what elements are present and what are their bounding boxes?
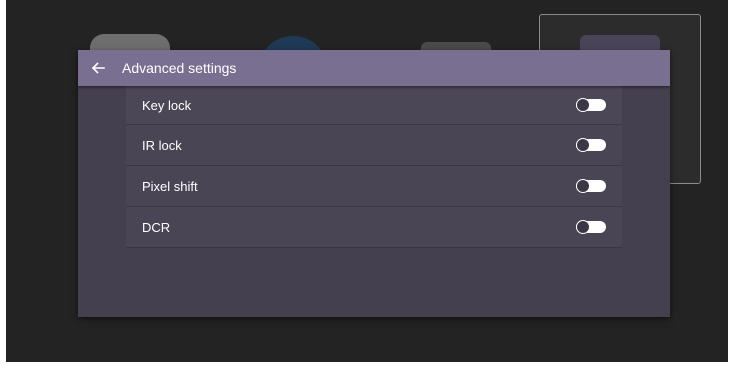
pixel-shift-toggle[interactable] [576,179,606,193]
ir-lock-toggle[interactable] [576,138,606,152]
toggle-thumb [576,179,590,193]
setting-label: Key lock [142,97,192,113]
setting-row-key-lock[interactable]: Key lock [126,86,622,125]
arrow-left-icon [91,61,105,75]
screen: Advanced settings Key lock IR lock Pixel… [6,0,728,362]
setting-row-pixel-shift[interactable]: Pixel shift [126,166,622,207]
setting-label: Pixel shift [142,178,198,194]
dialog-title: Advanced settings [122,60,237,76]
key-lock-toggle[interactable] [576,98,606,112]
setting-label: IR lock [142,137,182,153]
toggle-thumb [576,138,590,152]
toggle-thumb [576,98,590,112]
toggle-thumb [576,220,590,234]
setting-row-ir-lock[interactable]: IR lock [126,125,622,166]
settings-list: Key lock IR lock Pixel shift DCR [126,86,622,248]
setting-row-dcr[interactable]: DCR [126,207,622,248]
dcr-toggle[interactable] [576,220,606,234]
setting-label: DCR [142,219,171,235]
dialog-header: Advanced settings [78,50,670,86]
back-button[interactable] [78,50,118,86]
advanced-settings-dialog: Advanced settings Key lock IR lock Pixel… [78,50,670,317]
